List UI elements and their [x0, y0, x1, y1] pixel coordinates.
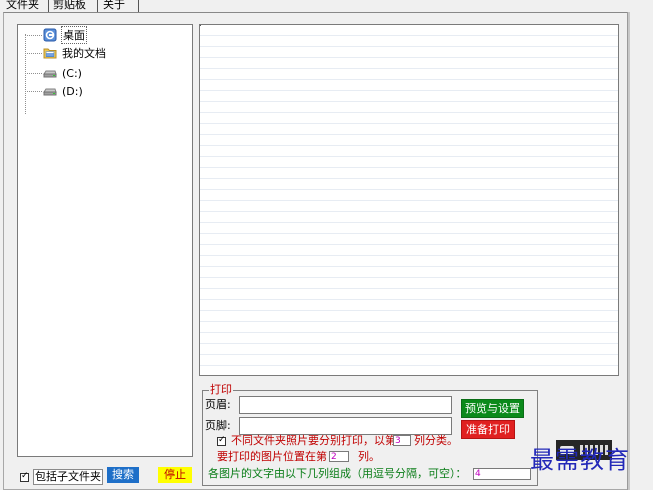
list-row — [200, 366, 618, 375]
tab-separator — [138, 0, 139, 12]
tab-separator — [97, 0, 98, 12]
list-row — [200, 179, 618, 190]
list-row — [200, 36, 618, 47]
separate-folders-label-prefix: 不同文件夹照片要分别打印，以第 — [231, 434, 396, 447]
list-row — [200, 25, 618, 36]
tree-connector — [25, 52, 42, 54]
list-row — [200, 124, 618, 135]
watermark-text: 最需教育 — [530, 446, 630, 474]
separate-column-input[interactable] — [393, 435, 411, 446]
folder-icon — [43, 46, 57, 60]
list-row — [200, 190, 618, 201]
window-edge — [627, 12, 630, 490]
preview-settings-button[interactable]: 预览与设置 — [461, 399, 524, 418]
tree-item-drive-c[interactable]: (C:) — [25, 65, 83, 81]
list-row — [200, 289, 618, 300]
tab-separator — [48, 0, 49, 12]
file-list[interactable] — [199, 24, 619, 376]
list-row — [200, 168, 618, 179]
list-row — [200, 157, 618, 168]
list-row — [200, 344, 618, 355]
text-columns-label: 各图片的文字由以下几列组成（用逗号分隔，可空）： — [208, 467, 467, 480]
image-position-label-suffix: 列。 — [358, 450, 380, 463]
tree-connector — [25, 90, 42, 92]
separate-folders-checkbox[interactable] — [217, 434, 226, 446]
list-row — [200, 58, 618, 69]
list-row — [200, 234, 618, 245]
list-row — [200, 135, 618, 146]
tree-item-label: (C:) — [62, 66, 82, 80]
drive-icon — [43, 66, 57, 80]
list-row — [200, 245, 618, 256]
list-row — [200, 47, 618, 58]
list-row — [200, 201, 618, 212]
list-row — [200, 267, 618, 278]
list-row — [200, 146, 618, 157]
drive-icon — [43, 84, 57, 98]
include-subfolders-label[interactable]: 包括子文件夹 — [33, 469, 103, 485]
tree-item-label: 我的文档 — [62, 47, 106, 60]
list-row — [200, 333, 618, 344]
footer-label: 页脚: — [205, 419, 231, 432]
list-row — [200, 300, 618, 311]
image-position-label-prefix: 要打印的图片位置在第 — [217, 450, 327, 463]
list-row — [200, 80, 618, 91]
image-position-input[interactable] — [329, 451, 349, 462]
tree-connector — [25, 72, 42, 74]
tree-item-label: (D:) — [62, 84, 83, 98]
print-group-legend: 打印 — [209, 383, 233, 397]
tree-connector — [25, 34, 42, 36]
list-row — [200, 91, 618, 102]
tree-item-my-documents[interactable]: 我的文档 — [25, 45, 107, 61]
list-row — [200, 256, 618, 267]
include-subfolders-checkbox[interactable] — [20, 470, 29, 482]
list-row — [200, 113, 618, 124]
list-row — [200, 212, 618, 223]
list-row — [200, 102, 618, 113]
desktop-icon — [43, 28, 57, 42]
tree-item-label: 桌面 — [61, 26, 87, 44]
list-row — [200, 278, 618, 289]
tree-item-desktop[interactable]: 桌面 — [25, 26, 87, 44]
text-columns-input[interactable] — [473, 468, 531, 480]
prepare-print-button[interactable]: 准备打印 — [461, 420, 515, 439]
list-row — [200, 69, 618, 80]
stop-button[interactable]: 停止 — [158, 467, 192, 483]
list-row — [200, 223, 618, 234]
header-input[interactable] — [239, 396, 452, 414]
header-label: 页眉: — [205, 398, 231, 411]
list-row — [200, 355, 618, 366]
tree-item-drive-d[interactable]: (D:) — [25, 83, 84, 99]
folder-tree[interactable]: 桌面 我的文档 (C:) (D:) — [17, 24, 193, 457]
footer-input[interactable] — [239, 417, 452, 435]
list-row — [200, 322, 618, 333]
list-corner — [200, 25, 201, 26]
print-group: 打印 页眉: 页脚: 预览与设置 准备打印 不同文件夹照片要分别打印，以第 列分… — [202, 383, 538, 486]
search-button[interactable]: 搜索 — [107, 467, 139, 483]
separate-folders-label-suffix: 列分类。 — [414, 434, 458, 447]
list-row — [200, 311, 618, 322]
